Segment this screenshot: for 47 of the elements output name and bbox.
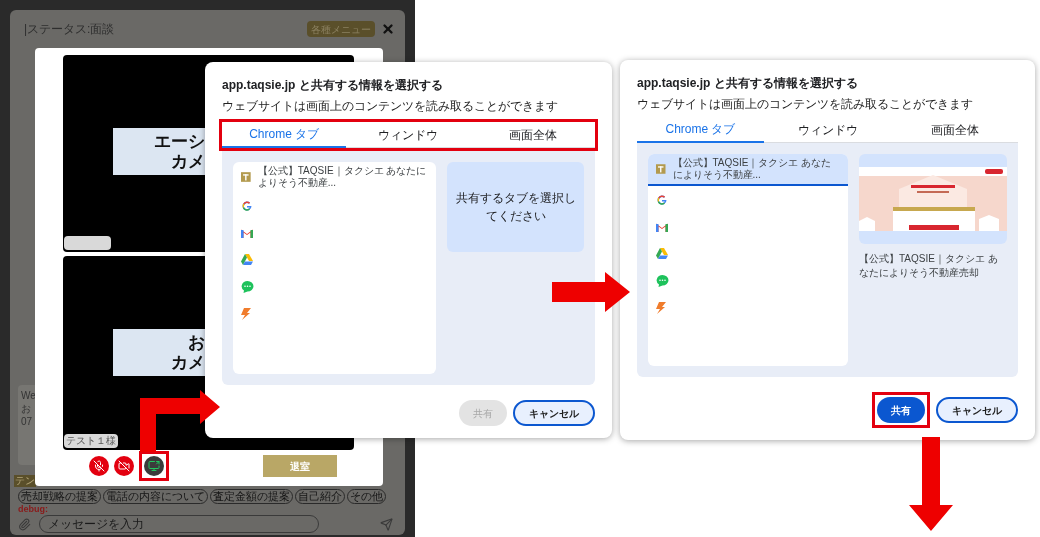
dialog-title: app.taqsie.jp と共有する情報を選択する [637,75,859,92]
source-tab[interactable]: 画面全体 [470,122,595,148]
cancel-button[interactable]: キャンセル [936,397,1018,423]
tab-title: 【公式】TAQSIE｜タクシエ あなたによりそう不動産... [257,165,428,189]
debug-label: debug: [18,504,49,515]
site-logo-icon [656,162,666,176]
google-logo-icon [656,193,668,206]
participant-name: テスト１様 [66,435,116,447]
chat-bubble-icon [241,280,254,293]
camera-label-text: エーシ [154,131,205,152]
preview-hint: 共有するタブを選択してください [454,190,577,225]
microphone-off-icon [93,460,105,472]
zigzag-logo-icon [656,301,666,314]
paperclip-icon[interactable] [18,517,31,531]
message-field[interactable]: メッセージを入力 [39,515,319,533]
google-logo-icon [241,199,253,212]
chat-text: 07 [21,415,34,428]
mail-logo-icon [241,227,253,238]
drive-logo-icon [656,248,668,259]
mail-logo-icon [656,221,668,232]
camera-label-text: お [188,332,205,353]
share-button[interactable]: 共有 [877,397,925,423]
source-tab[interactable]: ウィンドウ [346,122,471,148]
camera-label-text: カメ [171,151,205,172]
tab-title: 【公式】TAQSIE｜タクシエ あなたによりそう不動産... [672,157,833,181]
call-control-button[interactable] [114,456,134,476]
close-icon[interactable] [381,22,395,36]
camera-label-text: カメ [171,352,205,373]
source-tab[interactable]: Chrome タブ [222,122,347,148]
screen-share-icon [148,460,160,472]
tab-list-item[interactable]: 【公式】TAQSIE｜タクシエ あなたによりそう不動産... [233,162,436,192]
chat-text: We [21,389,37,402]
cancel-button[interactable]: キャンセル [513,400,595,426]
dialog-title: app.taqsie.jp と共有する情報を選択する [222,77,444,94]
tab-list-item[interactable]: 【公式】TAQSIE｜タクシエ あなたによりそう不動産... [648,154,848,186]
call-control-button[interactable] [89,456,109,476]
preview-caption: 【公式】TAQSIE｜タクシエ あなたによりそう不動産売却 [859,252,999,280]
chat-text: お [21,402,32,415]
send-icon[interactable] [380,517,393,531]
drive-logo-icon [241,254,253,265]
dialog-subtitle: ウェブサイトは画面上のコンテンツを読み取ることができます [637,96,974,113]
site-logo-icon [241,170,251,184]
chat-bubble-icon [656,274,669,287]
camera-off-icon [118,460,130,472]
zigzag-logo-icon [241,307,251,320]
template-label: テン [14,475,36,487]
dialog-subtitle: ウェブサイトは画面上のコンテンツを読み取ることができます [222,98,559,115]
